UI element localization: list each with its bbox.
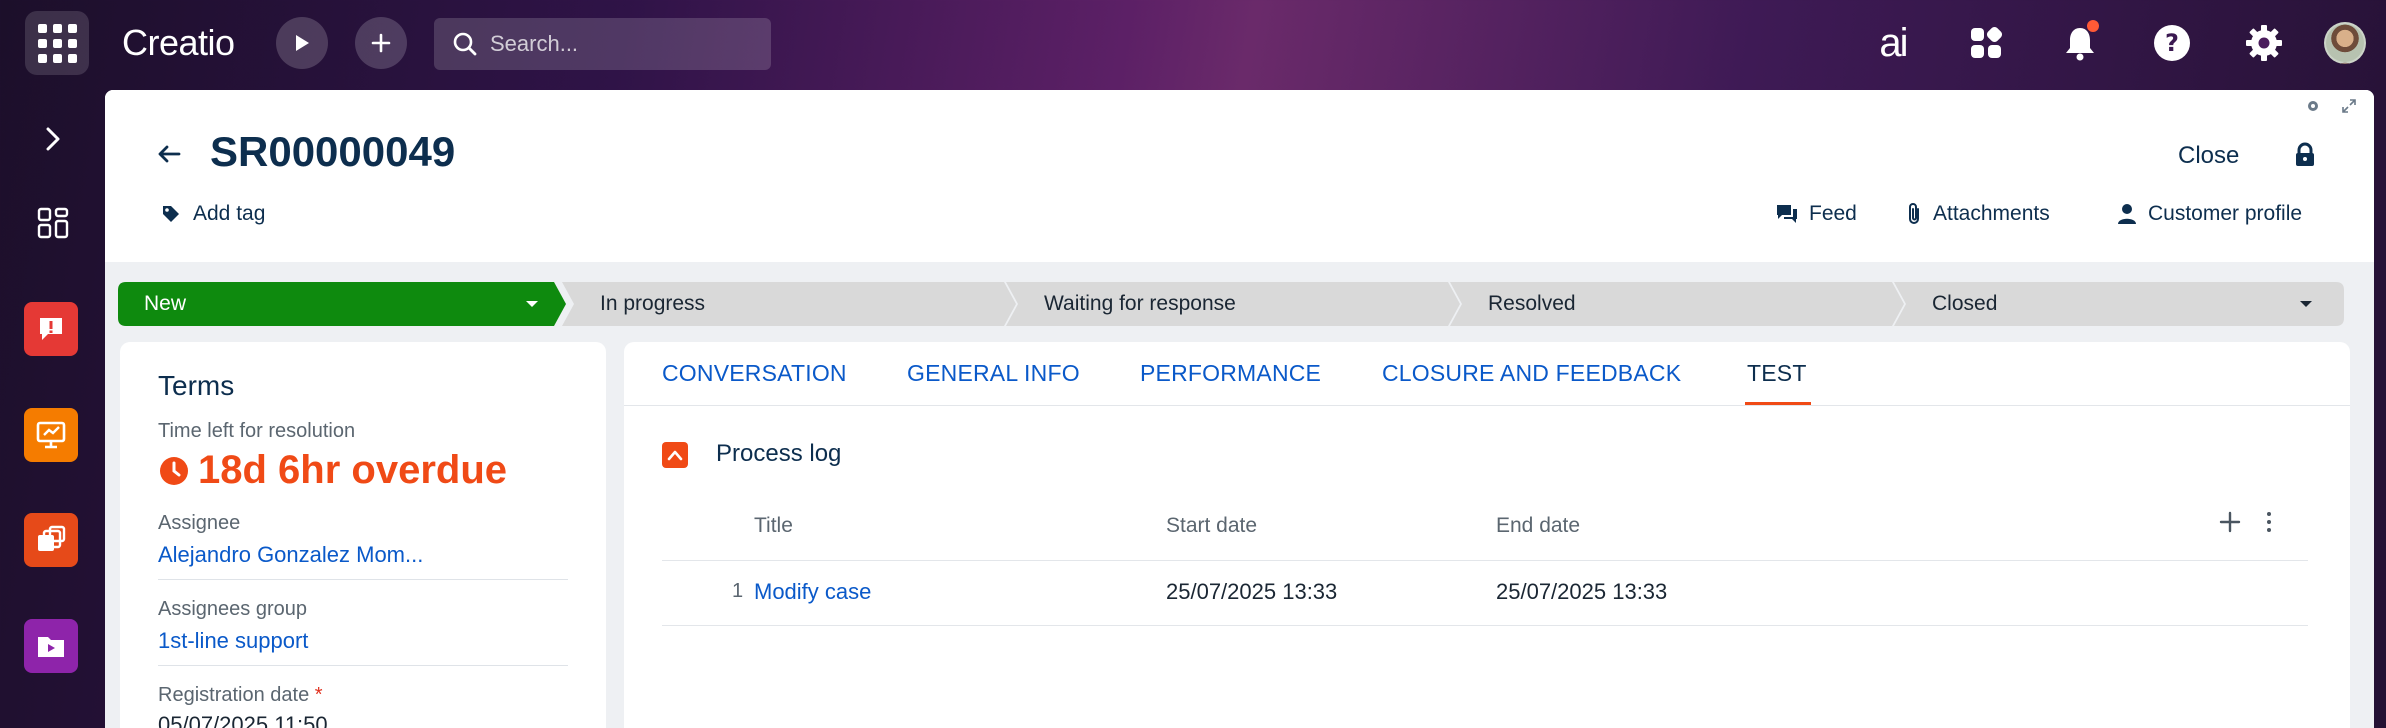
folder-app-icon[interactable] (24, 619, 78, 673)
presentation-app-icon[interactable] (24, 408, 78, 462)
stage-bar: New In progress Waiting for response Res… (118, 282, 2344, 326)
tab-closure-and-feedback[interactable]: CLOSURE AND FEEDBACK (1382, 360, 1681, 387)
paperclip-icon (1909, 203, 1919, 224)
divider (158, 665, 568, 666)
bell-icon[interactable] (2057, 20, 2103, 66)
avatar[interactable] (2324, 22, 2366, 64)
record-header: SR00000049 Add tag Close Feed Attachment… (105, 90, 2374, 262)
top-bar: Creatio ai ? (0, 0, 2386, 84)
row-end-date: 25/07/2025 13:33 (1496, 579, 1668, 604)
terms-panel: Terms Time left for resolution 18d 6hr o… (120, 342, 606, 728)
help-icon[interactable]: ? (2149, 20, 2195, 66)
search-icon (452, 31, 478, 62)
app-logo[interactable]: Creatio (122, 22, 235, 64)
apps-grid-icon[interactable] (25, 11, 89, 75)
customer-profile-button[interactable]: Customer profile (2116, 202, 2302, 226)
attachments-label: Attachments (1933, 202, 2050, 225)
person-icon (2118, 204, 2136, 224)
registration-date-value[interactable]: 05/07/2025 11:50 (158, 712, 328, 728)
active-tab-indicator (1745, 402, 1811, 405)
required-marker: * (314, 684, 323, 706)
settings-small-icon[interactable] (2305, 98, 2321, 117)
time-left-label: Time left for resolution (158, 420, 356, 442)
play-icon[interactable] (276, 17, 328, 69)
stage-new[interactable]: New (118, 282, 566, 326)
tabs-panel: CONVERSATION GENERAL INFO PERFORMANCE CL… (624, 342, 2350, 728)
tab-strip: CONVERSATION GENERAL INFO PERFORMANCE CL… (624, 342, 2350, 406)
assignees-group-link[interactable]: 1st-line support (158, 628, 308, 654)
tag-icon (163, 206, 179, 222)
caret-down-icon[interactable] (524, 299, 540, 309)
campaign-app-icon[interactable] (24, 513, 78, 567)
cases-app-icon[interactable] (24, 302, 78, 356)
dashboard-icon[interactable] (36, 206, 70, 245)
column-header-end-date[interactable]: End date (1496, 514, 1580, 538)
stage-label: Resolved (1488, 292, 1576, 315)
process-log-title: Process log (716, 440, 842, 467)
tab-general-info[interactable]: GENERAL INFO (907, 360, 1080, 387)
divider (158, 579, 568, 580)
tab-performance[interactable]: PERFORMANCE (1140, 360, 1321, 387)
lock-icon[interactable] (2293, 142, 2317, 173)
caret-down-icon[interactable] (2298, 299, 2314, 309)
stage-label: New (144, 292, 187, 315)
gear-icon[interactable] (2241, 20, 2287, 66)
tab-conversation[interactable]: CONVERSATION (662, 360, 847, 387)
overdue-value: 18d 6hr overdue (158, 448, 507, 493)
svg-text:?: ? (2165, 29, 2179, 57)
stage-label: In progress (600, 292, 706, 315)
add-tag-label: Add tag (193, 202, 266, 225)
feed-icon (1777, 205, 1797, 223)
stage-waiting-for-response[interactable]: Waiting for response (1006, 282, 1460, 326)
feed-label: Feed (1809, 202, 1857, 225)
row-number: 1 (732, 580, 744, 602)
assignees-group-label: Assignees group (158, 598, 307, 620)
customer-profile-label: Customer profile (2148, 202, 2303, 225)
registration-date-text: Registration date (158, 684, 310, 706)
terms-heading: Terms (158, 370, 235, 401)
time-left-value: 18d 6hr overdue (198, 448, 508, 492)
page-title: SR00000049 (210, 128, 456, 175)
widgets-icon[interactable] (1963, 20, 2009, 66)
search-bar[interactable] (434, 18, 771, 70)
expand-icon[interactable] (2341, 98, 2357, 117)
ai-label: ai (1879, 20, 1908, 65)
add-row-plus-icon[interactable] (2218, 510, 2242, 539)
close-button[interactable]: Close (2178, 142, 2239, 170)
notification-dot (2087, 20, 2099, 32)
stage-closed[interactable]: Closed (1894, 282, 2344, 326)
back-arrow-icon[interactable] (155, 140, 183, 173)
divider (662, 625, 2308, 626)
divider (662, 560, 2308, 561)
add-tag-button[interactable]: Add tag (161, 202, 265, 226)
clock-icon (160, 456, 188, 485)
row-start-date: 25/07/2025 13:33 (1166, 579, 1338, 604)
column-header-start-date[interactable]: Start date (1166, 514, 1257, 538)
column-header-title[interactable]: Title (754, 514, 793, 538)
stage-resolved[interactable]: Resolved (1450, 282, 1904, 326)
row-title-link[interactable]: Modify case (754, 579, 871, 605)
collapse-chevron-icon[interactable] (662, 442, 688, 468)
assignee-label: Assignee (158, 512, 241, 534)
card-window-controls (2305, 98, 2357, 117)
plus-icon[interactable] (355, 17, 407, 69)
more-options-icon[interactable] (2264, 510, 2274, 539)
registration-date-label: Registration date * (158, 684, 323, 707)
search-input[interactable] (490, 31, 750, 57)
assignee-link[interactable]: Alejandro Gonzalez Mom... (158, 542, 423, 568)
stage-label: Waiting for response (1044, 292, 1236, 315)
tab-test[interactable]: TEST (1747, 360, 1807, 387)
attachments-button[interactable]: Attachments (1905, 202, 2050, 226)
stage-in-progress[interactable]: In progress (562, 282, 1016, 326)
ai-icon[interactable]: ai (1870, 20, 1916, 66)
stage-label: Closed (1932, 292, 1998, 315)
expand-chevron-icon[interactable] (38, 124, 68, 159)
feed-button[interactable]: Feed (1775, 202, 1857, 226)
